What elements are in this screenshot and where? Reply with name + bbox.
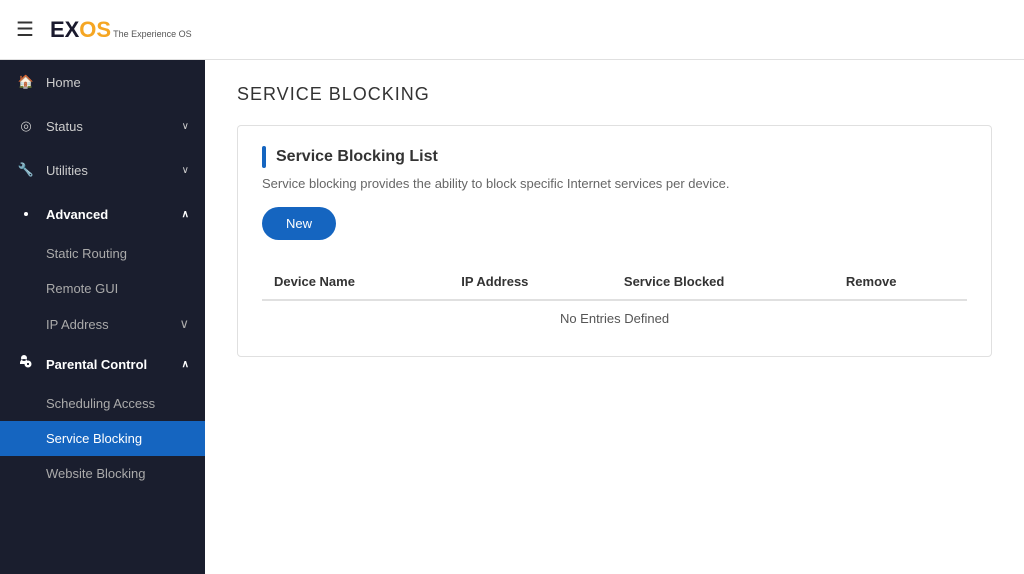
sidebar-item-utilities[interactable]: 🔧 Utilities ∨ bbox=[0, 148, 205, 192]
page-title: SERVICE BLOCKING bbox=[237, 84, 992, 105]
service-blocking-label: Service Blocking bbox=[46, 431, 142, 446]
sidebar-section-advanced[interactable]: Advanced ∧ bbox=[0, 192, 205, 236]
ip-address-chevron-icon: ∨ bbox=[179, 316, 189, 332]
section-header: Service Blocking List bbox=[262, 146, 967, 168]
sidebar-subitem-scheduling-access[interactable]: Scheduling Access bbox=[0, 386, 205, 421]
section-description: Service blocking provides the ability to… bbox=[262, 176, 967, 191]
col-service-blocked: Service Blocked bbox=[612, 264, 834, 300]
section-accent bbox=[262, 146, 266, 168]
advanced-icon bbox=[16, 204, 36, 224]
sidebar: 🏠 Home ◎ Status ∨ 🔧 Utilities ∨ Advanced… bbox=[0, 60, 205, 574]
col-ip-address: IP Address bbox=[449, 264, 612, 300]
utilities-chevron-icon: ∨ bbox=[182, 165, 189, 176]
col-remove: Remove bbox=[834, 264, 967, 300]
new-button[interactable]: New bbox=[262, 207, 336, 240]
data-table: Device Name IP Address Service Blocked R… bbox=[262, 264, 967, 336]
table-row-empty: No Entries Defined bbox=[262, 300, 967, 336]
main-content: SERVICE BLOCKING Service Blocking List S… bbox=[205, 60, 1024, 574]
scheduling-access-label: Scheduling Access bbox=[46, 396, 155, 411]
sidebar-subitem-website-blocking[interactable]: Website Blocking bbox=[0, 456, 205, 491]
home-icon: 🏠 bbox=[16, 72, 36, 92]
parental-control-icon bbox=[16, 354, 36, 374]
parental-control-label: Parental Control bbox=[46, 357, 147, 372]
utilities-icon: 🔧 bbox=[16, 160, 36, 180]
website-blocking-label: Website Blocking bbox=[46, 466, 145, 481]
logo-os: OS bbox=[79, 17, 111, 42]
static-routing-label: Static Routing bbox=[46, 246, 127, 261]
sidebar-subitem-ip-address[interactable]: IP Address ∨ bbox=[0, 306, 205, 342]
advanced-chevron-icon: ∧ bbox=[182, 209, 189, 220]
section-title: Service Blocking List bbox=[276, 148, 438, 166]
sidebar-advanced-label: Advanced bbox=[46, 207, 108, 222]
sidebar-item-status-label: Status bbox=[46, 119, 182, 134]
logo-text: EXOS bbox=[50, 17, 111, 43]
sidebar-subitem-static-routing[interactable]: Static Routing bbox=[0, 236, 205, 271]
logo-container: EXOS The Experience OS bbox=[50, 17, 192, 43]
main-layout: 🏠 Home ◎ Status ∨ 🔧 Utilities ∨ Advanced… bbox=[0, 60, 1024, 574]
sidebar-item-status[interactable]: ◎ Status ∨ bbox=[0, 104, 205, 148]
ip-address-label: IP Address bbox=[46, 317, 109, 332]
status-chevron-icon: ∨ bbox=[182, 121, 189, 132]
col-device-name: Device Name bbox=[262, 264, 449, 300]
section-card: Service Blocking List Service blocking p… bbox=[237, 125, 992, 357]
sidebar-item-utilities-label: Utilities bbox=[46, 163, 182, 178]
sidebar-section-parental-control[interactable]: Parental Control ∧ bbox=[0, 342, 205, 386]
sidebar-item-home-label: Home bbox=[46, 75, 189, 90]
sidebar-subitem-service-blocking[interactable]: Service Blocking bbox=[0, 421, 205, 456]
remote-gui-label: Remote GUI bbox=[46, 281, 118, 296]
logo-tagline: The Experience OS bbox=[113, 29, 192, 39]
top-header: ☰ EXOS The Experience OS bbox=[0, 0, 1024, 60]
no-entries-message: No Entries Defined bbox=[262, 300, 967, 336]
sidebar-subitem-remote-gui[interactable]: Remote GUI bbox=[0, 271, 205, 306]
status-icon: ◎ bbox=[16, 116, 36, 136]
hamburger-icon[interactable]: ☰ bbox=[16, 17, 34, 42]
sidebar-item-home[interactable]: 🏠 Home bbox=[0, 60, 205, 104]
logo-ex: EX bbox=[50, 17, 79, 42]
parental-control-chevron-icon: ∧ bbox=[182, 359, 189, 370]
